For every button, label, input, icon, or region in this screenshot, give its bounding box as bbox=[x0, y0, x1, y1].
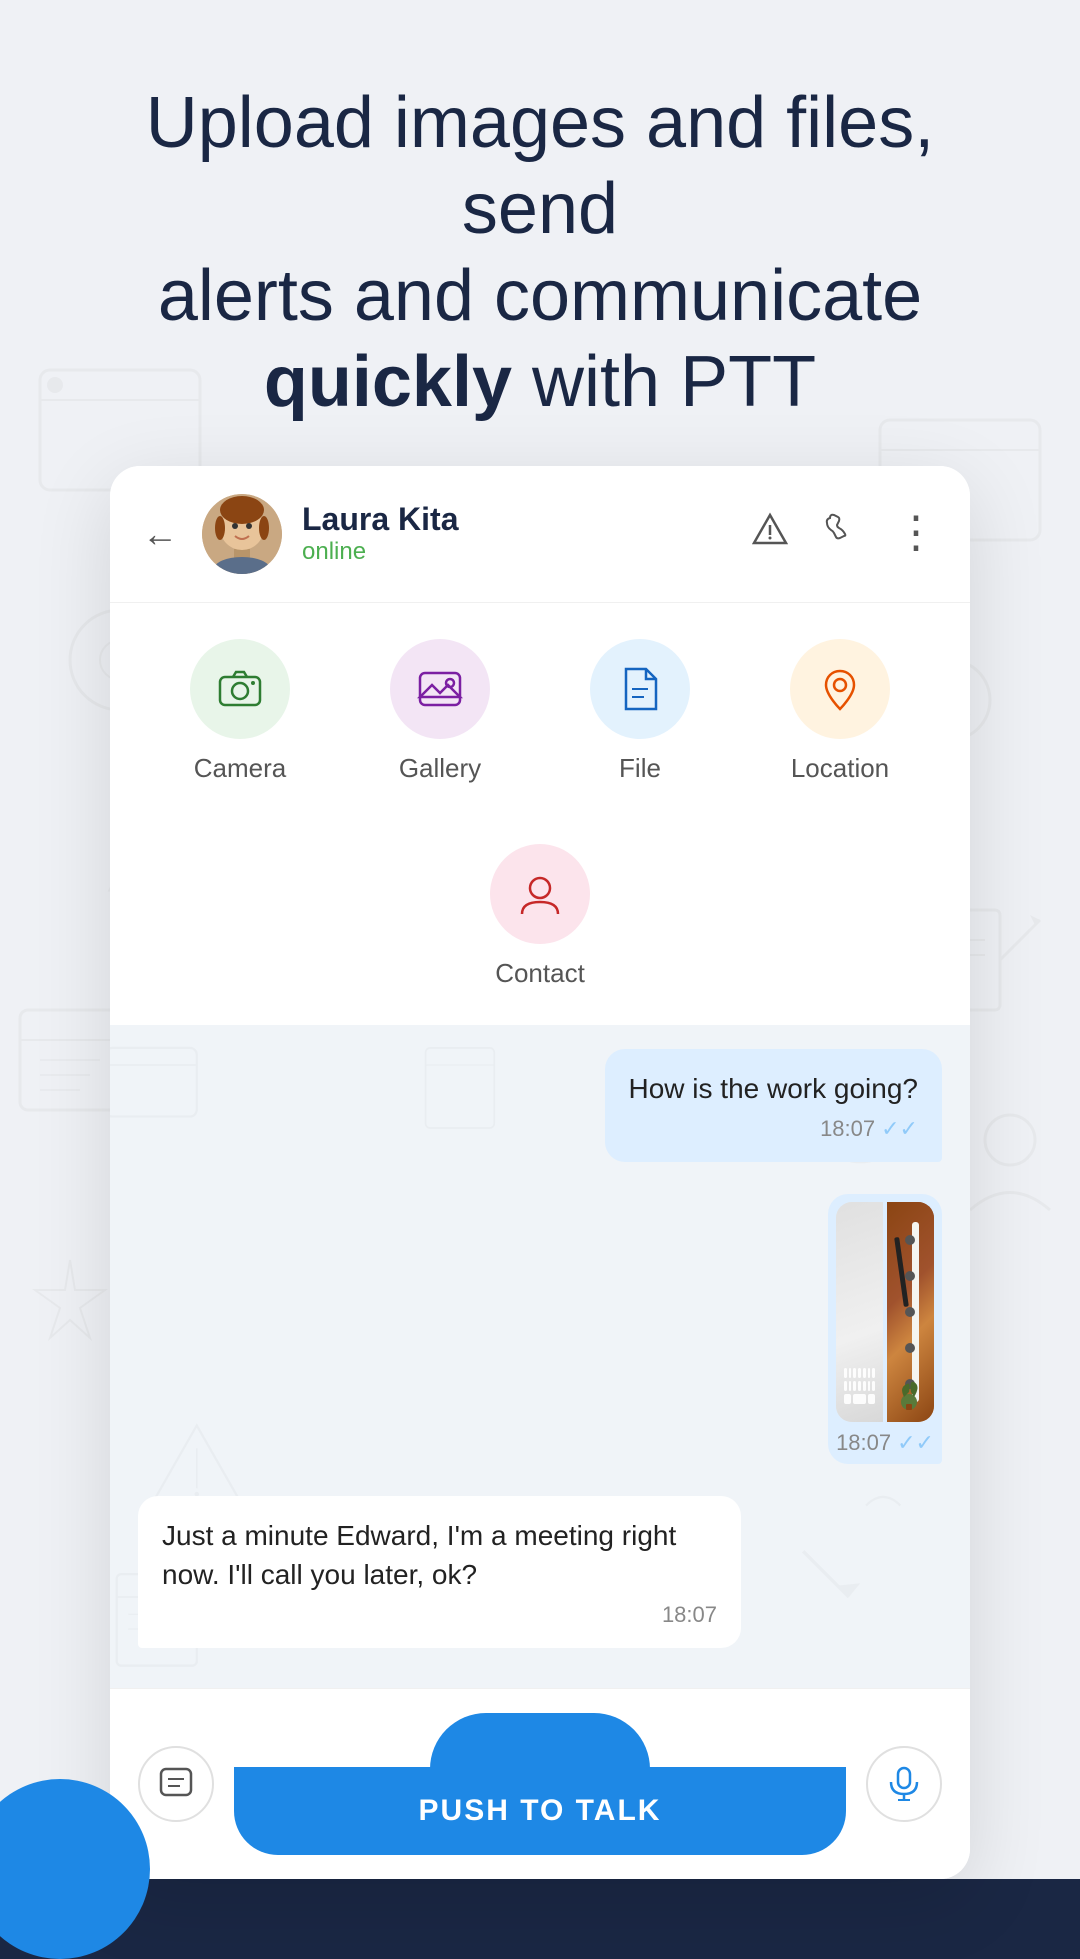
messages-area: How is the work going? 18:07 ✓✓ bbox=[110, 1025, 970, 1689]
hero-title-line1: Upload images and files, send bbox=[146, 83, 934, 249]
hero-section: Upload images and files, send alerts and… bbox=[0, 0, 1080, 466]
double-check-icon-2: ✓✓ bbox=[897, 1430, 934, 1456]
location-icon-circle bbox=[790, 639, 890, 739]
location-label: Location bbox=[791, 753, 889, 784]
double-check-icon: ✓✓ bbox=[881, 1116, 918, 1142]
gallery-icon-circle bbox=[390, 639, 490, 739]
chat-window: ← bbox=[110, 466, 970, 1880]
attach-camera[interactable]: Camera bbox=[170, 639, 310, 784]
call-icon[interactable] bbox=[824, 512, 858, 555]
alert-icon[interactable] bbox=[752, 511, 788, 556]
images-message-meta: 18:07 ✓✓ bbox=[836, 1430, 934, 1456]
microphone-button[interactable] bbox=[866, 1746, 942, 1822]
images-message-time: 18:07 bbox=[836, 1430, 891, 1456]
contact-avatar bbox=[202, 494, 282, 574]
message-images: 18:07 ✓✓ bbox=[828, 1194, 942, 1464]
contact-name: Laura Kita bbox=[302, 501, 752, 538]
compose-button[interactable] bbox=[138, 1746, 214, 1822]
message-text-sent: Just a minute Edward, I'm a meeting righ… bbox=[162, 1516, 717, 1594]
camera-icon-circle bbox=[190, 639, 290, 739]
sent-message-meta: 18:07 bbox=[162, 1602, 717, 1628]
contact-icon-circle bbox=[490, 844, 590, 944]
hero-title: Upload images and files, send alerts and… bbox=[80, 80, 1000, 426]
file-icon-circle bbox=[590, 639, 690, 739]
ptt-label: PUSH TO TALK bbox=[419, 1794, 662, 1828]
chat-header: ← bbox=[110, 466, 970, 603]
more-options-icon[interactable]: ⋮ bbox=[894, 518, 938, 549]
message-time: 18:07 bbox=[820, 1116, 875, 1142]
message-sent-1: Just a minute Edward, I'm a meeting righ… bbox=[138, 1496, 741, 1648]
message-meta: 18:07 ✓✓ bbox=[629, 1116, 918, 1142]
push-to-talk-button[interactable]: PUSH TO TALK bbox=[234, 1767, 846, 1855]
header-actions: ⋮ bbox=[752, 511, 938, 556]
image-grid bbox=[836, 1202, 934, 1422]
hero-title-bold: quickly bbox=[264, 342, 512, 422]
back-button[interactable]: ← bbox=[142, 513, 178, 555]
attach-gallery[interactable]: Gallery bbox=[370, 639, 510, 784]
message-received-1: How is the work going? 18:07 ✓✓ bbox=[605, 1049, 942, 1162]
notebook-image bbox=[887, 1202, 934, 1422]
attachment-menu: Camera Gallery bbox=[110, 603, 970, 1025]
chat-input-bar: PUSH TO TALK bbox=[110, 1688, 970, 1879]
gallery-label: Gallery bbox=[399, 753, 481, 784]
attach-contact[interactable]: Contact bbox=[470, 844, 610, 989]
keyboard-image bbox=[836, 1202, 883, 1422]
file-label: File bbox=[619, 753, 661, 784]
hero-title-line2: alerts and communicate bbox=[158, 256, 922, 336]
bottom-navigation bbox=[0, 1879, 1080, 1959]
contact-label: Contact bbox=[495, 958, 585, 989]
camera-label: Camera bbox=[194, 753, 286, 784]
contact-status: online bbox=[302, 538, 752, 566]
hero-title-normal: with PTT bbox=[532, 342, 816, 422]
attach-location[interactable]: Location bbox=[770, 639, 910, 784]
sent-message-time: 18:07 bbox=[662, 1602, 717, 1628]
contact-info: Laura Kita online bbox=[302, 501, 752, 566]
message-text: How is the work going? bbox=[629, 1069, 918, 1108]
attach-file[interactable]: File bbox=[570, 639, 710, 784]
phone-mockup: ← bbox=[0, 466, 1080, 1880]
